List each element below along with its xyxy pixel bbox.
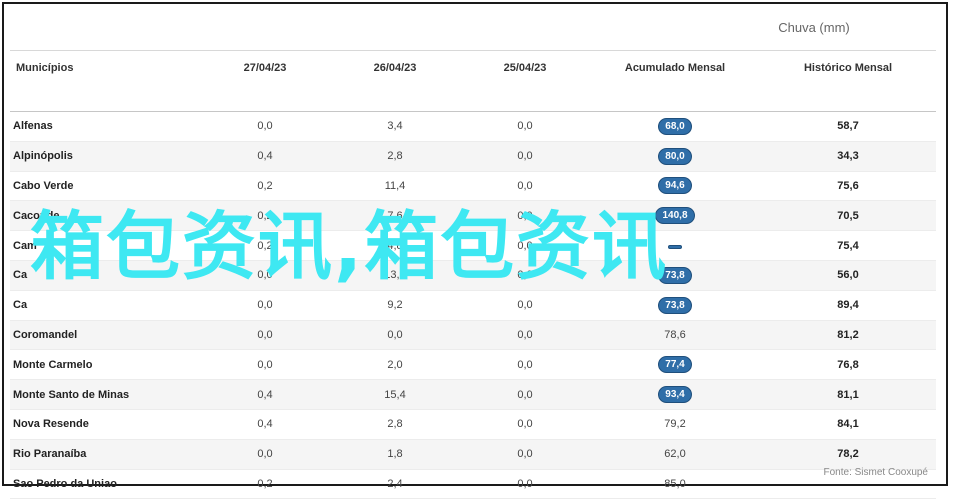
municipality-cell: Cabo Verde (10, 171, 200, 202)
day2-cell: 2,4 (330, 469, 460, 499)
column-header[interactable]: Acumulado Mensal (590, 50, 760, 112)
day2-cell: 11,4 (330, 171, 460, 202)
day2-cell: 15,4 (330, 379, 460, 410)
accumulated-cell: 78,6 (590, 320, 760, 351)
day1-cell: 0,0 (200, 349, 330, 381)
accumulated-cell: 93,4 (590, 379, 760, 410)
day1-cell: 0,4 (200, 379, 330, 410)
day3-cell: 0,0 (460, 439, 590, 470)
table-row: Alpinópolis 0,4 2,8 0,0 80,0 34,3 (10, 141, 936, 172)
table-header-row: Municípios 27/04/23 26/04/23 25/04/23 Ac… (10, 50, 936, 112)
watermark-overlay-text: 箱包资讯,箱包资讯 (30, 204, 669, 290)
header-group-label: Chuva (mm) (778, 20, 850, 35)
accumulated-badge: 94,6 (658, 177, 692, 195)
day1-cell: 0,0 (200, 320, 330, 351)
day2-cell: 1,8 (330, 439, 460, 470)
column-header[interactable]: Municípios (10, 50, 200, 112)
day1-cell: 0,2 (200, 171, 330, 202)
day3-cell: 0,0 (460, 111, 590, 142)
municipality-cell: Alpinópolis (10, 141, 200, 172)
day1-cell: 0,0 (200, 290, 330, 321)
day1-cell: 0,4 (200, 141, 330, 172)
historical-cell: 81,2 (760, 320, 936, 351)
municipality-cell: Monte Carmelo (10, 349, 200, 381)
day1-cell: 0,2 (200, 469, 330, 499)
historical-cell: 78,2 (760, 439, 936, 470)
day2-cell: 2,0 (330, 349, 460, 381)
accumulated-cell: 73,8 (590, 290, 760, 321)
table-row: Coromandel 0,0 0,0 0,0 78,6 81,2 (10, 320, 936, 351)
day2-cell: 3,4 (330, 111, 460, 142)
day3-cell: 0,0 (460, 469, 590, 499)
accumulated-badge (668, 244, 682, 249)
column-header[interactable]: 26/04/23 (330, 50, 460, 112)
table-row: Monte Santo de Minas 0,4 15,4 0,0 93,4 81,1 (10, 379, 936, 410)
accumulated-badge: 68,0 (658, 117, 692, 135)
table-row: Ca 0,0 9,2 0,0 73,8 89,4 (10, 290, 936, 321)
column-header[interactable]: Histórico Mensal (760, 50, 936, 112)
day2-cell: 2,8 (330, 141, 460, 172)
day3-cell: 0,0 (460, 141, 590, 172)
table-row: Nova Resende 0,4 2,8 0,0 79,2 84,1 (10, 409, 936, 440)
column-header[interactable]: 27/04/23 (200, 50, 330, 112)
accumulated-cell: 62,0 (590, 439, 760, 470)
source-note: Fonte: Sismet Cooxupé (823, 467, 929, 478)
municipality-cell: Monte Santo de Minas (10, 379, 200, 410)
table-body: Alfenas 0,0 3,4 0,0 68,0 58,7 Alpinópolis 0,4 2,… (10, 111, 936, 499)
accumulated-cell: 85,0 (590, 469, 760, 499)
municipality-cell: Nova Resende (10, 409, 200, 440)
table-row: Monte Carmelo 0,0 2,0 0,0 77,4 76,8 (10, 349, 936, 381)
accumulated-cell: 77,4 (590, 349, 760, 381)
historical-cell: 58,7 (760, 111, 936, 142)
historical-cell: 75,6 (760, 171, 936, 202)
accumulated-badge: 93,4 (658, 386, 692, 404)
historical-cell: 70,5 (760, 200, 936, 232)
day2-cell: 2,8 (330, 409, 460, 440)
accumulated-cell: 68,0 (590, 111, 760, 142)
table-row: Sao Pedro da Uniao 0,2 2,4 0,0 85,0 (10, 469, 936, 499)
municipality-cell: Coromandel (10, 320, 200, 351)
table-row: Cabo Verde 0,2 11,4 0,0 94,6 75,6 (10, 171, 936, 202)
column-header[interactable]: 25/04/23 (460, 50, 590, 112)
historical-cell: 76,8 (760, 349, 936, 381)
accumulated-badge: 77,4 (658, 356, 692, 374)
day3-cell: 0,0 (460, 379, 590, 410)
table-row: Rio Paranaíba 0,0 1,8 0,0 62,0 78,2 (10, 439, 936, 470)
day3-cell: 0,0 (460, 409, 590, 440)
day2-cell: 0,0 (330, 320, 460, 351)
day3-cell: 0,0 (460, 290, 590, 321)
table-row: Alfenas 0,0 3,4 0,0 68,0 58,7 (10, 111, 936, 142)
day1-cell: 0,0 (200, 439, 330, 470)
day3-cell: 0,0 (460, 171, 590, 202)
accumulated-cell: 79,2 (590, 409, 760, 440)
day3-cell: 0,0 (460, 320, 590, 351)
municipality-cell: Rio Paranaíba (10, 439, 200, 470)
day2-cell: 9,2 (330, 290, 460, 321)
municipality-cell: Ca (10, 290, 200, 321)
historical-cell: 75,4 (760, 230, 936, 261)
day3-cell: 0,0 (460, 349, 590, 381)
accumulated-cell: 80,0 (590, 141, 760, 172)
historical-cell: 84,1 (760, 409, 936, 440)
historical-cell: 81,1 (760, 379, 936, 410)
accumulated-badge: 73,8 (658, 296, 692, 314)
accumulated-badge: 80,0 (658, 147, 692, 165)
day1-cell: 0,4 (200, 409, 330, 440)
historical-cell: 56,0 (760, 260, 936, 291)
historical-cell: 34,3 (760, 141, 936, 172)
municipality-cell: Alfenas (10, 111, 200, 142)
municipality-cell: Sao Pedro da Uniao (10, 469, 200, 499)
day1-cell: 0,0 (200, 111, 330, 142)
historical-cell: 89,4 (760, 290, 936, 321)
accumulated-cell: 94,6 (590, 171, 760, 202)
